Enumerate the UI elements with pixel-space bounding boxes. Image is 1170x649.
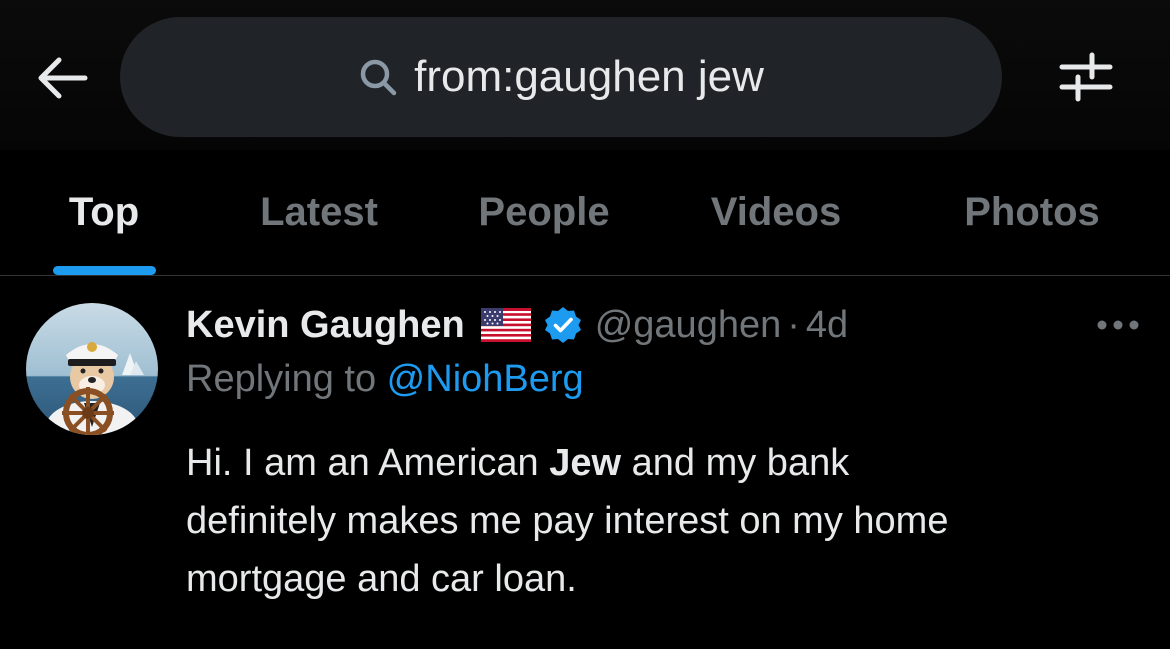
us-flag-icon: [480, 308, 531, 342]
replying-to-link[interactable]: @NiohBerg: [387, 358, 584, 400]
avatar[interactable]: [26, 303, 158, 435]
tweet-text-line: definitely makes me pay interest on my h…: [186, 500, 949, 542]
back-button[interactable]: [30, 50, 92, 106]
tweet-header: Kevin Gaughen @gaughen · 4d: [186, 298, 848, 352]
tab-latest[interactable]: Latest: [236, 150, 402, 274]
tweet-timestamp[interactable]: 4d: [806, 304, 848, 347]
more-options-button[interactable]: [1092, 308, 1144, 342]
tweet[interactable]: Kevin Gaughen @gaughen · 4d Replying to …: [0, 276, 1170, 649]
replying-to-label: Replying to: [186, 358, 387, 400]
author-handle[interactable]: @gaughen: [595, 304, 782, 347]
verified-badge-icon: [543, 305, 583, 345]
search-query[interactable]: from:gaughen jew: [414, 52, 764, 102]
sliders-icon: [1059, 52, 1113, 102]
search-icon: [360, 59, 397, 96]
tweet-text-segment: and my bank: [621, 442, 850, 484]
active-tab-indicator: [53, 266, 156, 275]
tab-top[interactable]: Top: [40, 150, 168, 274]
more-horizontal-icon: [1097, 320, 1139, 330]
arrow-left-icon: [38, 57, 88, 99]
tweet-text-line: Hi. I am an American Jew and my bank: [186, 434, 1146, 492]
tab-people[interactable]: People: [456, 150, 632, 274]
tweet-text-line: mortgage and car loan.: [186, 558, 577, 600]
author-name[interactable]: Kevin Gaughen: [186, 304, 465, 347]
tab-photos[interactable]: Photos: [942, 150, 1122, 274]
tweet-text: Hi. I am an American Jew and my bank def…: [186, 434, 1146, 608]
search-box[interactable]: from:gaughen jew: [120, 17, 1002, 137]
tweet-highlighted-term: Jew: [549, 442, 622, 484]
tweet-text-segment: Hi. I am an American: [186, 442, 550, 484]
replying-to: Replying to @NiohBerg: [186, 358, 584, 401]
search-settings-button[interactable]: [1052, 44, 1120, 110]
separator-dot: ·: [787, 303, 800, 346]
search-tabs: Top Latest People Videos Photos: [0, 150, 1170, 276]
tab-videos[interactable]: Videos: [688, 150, 864, 274]
